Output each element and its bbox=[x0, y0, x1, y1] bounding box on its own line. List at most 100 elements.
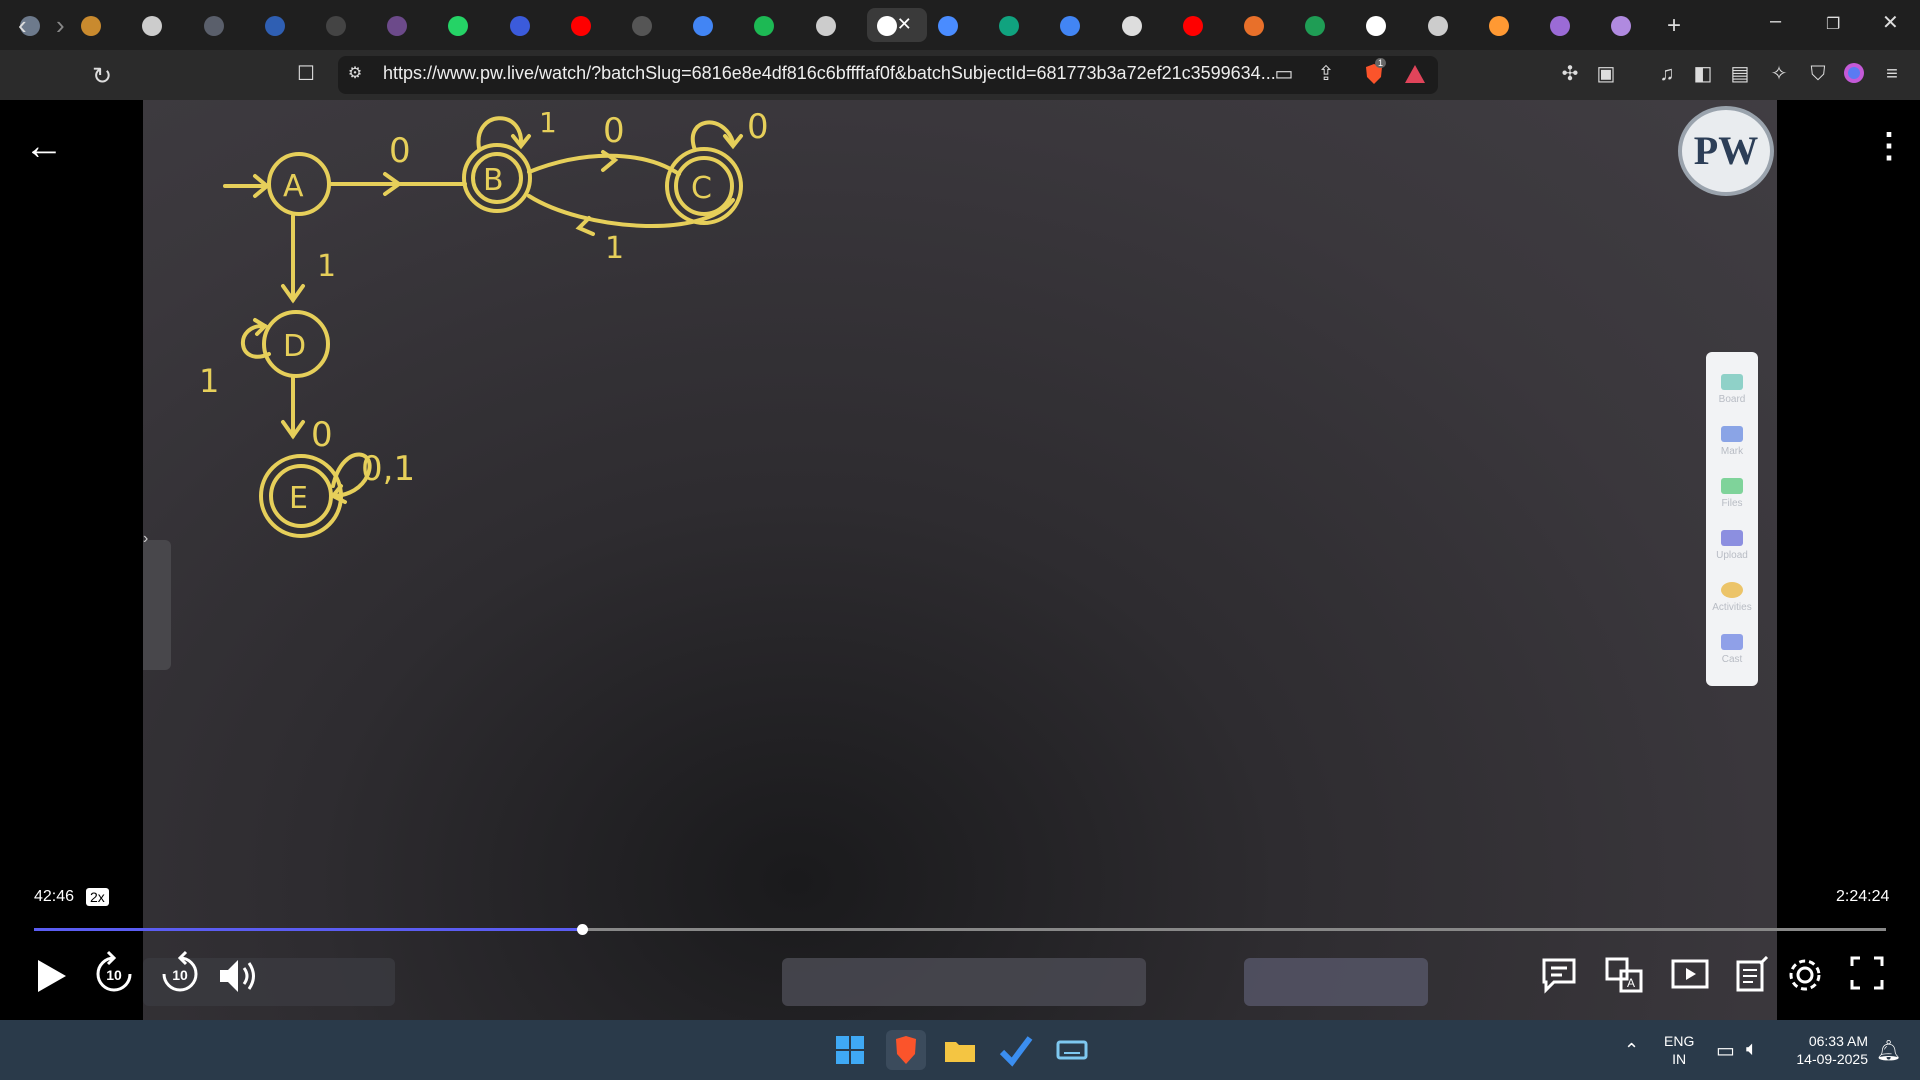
m-logo-icon bbox=[203, 16, 224, 36]
browser-tab[interactable] bbox=[744, 8, 802, 42]
sidebar-icon[interactable]: ◧ bbox=[1691, 62, 1715, 86]
bookmark-icon[interactable]: ☐ bbox=[294, 62, 318, 86]
browser-tab[interactable] bbox=[806, 8, 864, 42]
notes-button[interactable] bbox=[1734, 956, 1770, 994]
playback-speed-badge[interactable]: 2x bbox=[86, 888, 109, 906]
reader-icon[interactable]: ▣ bbox=[1594, 62, 1618, 86]
profile-icon[interactable] bbox=[1842, 62, 1866, 86]
board-icon bbox=[1721, 374, 1743, 390]
back-button[interactable]: ‹ bbox=[18, 10, 27, 41]
back-arrow-icon[interactable]: ← bbox=[24, 124, 64, 169]
browser-tab[interactable] bbox=[1540, 8, 1598, 42]
browser-tab[interactable] bbox=[683, 8, 741, 42]
new-tab-button[interactable]: + bbox=[1667, 12, 1681, 40]
cast-icon bbox=[1721, 634, 1743, 650]
chatgpt-icon bbox=[999, 16, 1020, 36]
brave-taskbar-app[interactable] bbox=[886, 1030, 926, 1070]
forward-10-button[interactable]: 10 bbox=[160, 950, 200, 994]
volume-button[interactable] bbox=[218, 956, 262, 996]
system-clock[interactable]: 06:33 AM 14-09-2025 bbox=[1780, 1032, 1868, 1068]
forward-button[interactable]: › bbox=[56, 10, 65, 41]
fullscreen-icon bbox=[1850, 956, 1884, 990]
browser-tab[interactable] bbox=[132, 8, 190, 42]
menu-icon[interactable]: ≡ bbox=[1880, 62, 1904, 86]
browser-tab[interactable] bbox=[316, 8, 374, 42]
video-toolbar-center bbox=[782, 958, 1146, 1006]
browser-tab[interactable] bbox=[194, 8, 252, 42]
youtube-icon bbox=[570, 16, 591, 36]
language-indicator[interactable]: ENG IN bbox=[1664, 1032, 1694, 1068]
media-icon[interactable]: ♫ bbox=[1655, 62, 1679, 86]
upload-tool: Upload bbox=[1706, 530, 1758, 561]
browser-tab[interactable] bbox=[928, 8, 986, 42]
video-frame[interactable]: 0 1 0 0 1 1 0 0,1 1 A B C D E bbox=[143, 100, 1777, 1020]
translate-button[interactable]: A bbox=[1604, 956, 1644, 994]
shield-count-badge: 1 bbox=[1375, 58, 1387, 68]
browser-tab[interactable] bbox=[500, 8, 558, 42]
google-icon bbox=[693, 16, 714, 36]
settings-button[interactable] bbox=[1786, 956, 1824, 994]
state-a: A bbox=[283, 169, 304, 204]
rewind-10-button[interactable]: 10 bbox=[94, 950, 134, 994]
more-options-icon[interactable]: ⋮ bbox=[1872, 126, 1906, 166]
upload-icon bbox=[1721, 530, 1743, 546]
browser-tab[interactable] bbox=[1295, 8, 1353, 42]
play-icon bbox=[38, 960, 66, 992]
browser-tab[interactable] bbox=[1050, 8, 1108, 42]
browser-tab[interactable] bbox=[561, 8, 619, 42]
show-hidden-icons[interactable]: ⌃ bbox=[1624, 1040, 1639, 1061]
extensions-icon[interactable]: ✣ bbox=[1558, 62, 1582, 86]
browser-tab[interactable] bbox=[1356, 8, 1414, 42]
share-icon[interactable]: ⇪ bbox=[1314, 62, 1338, 86]
collapse-handle[interactable]: › bbox=[143, 530, 171, 670]
minimize-button[interactable]: – bbox=[1770, 10, 1781, 33]
browser-tab[interactable] bbox=[255, 8, 313, 42]
browser-tab[interactable] bbox=[1173, 8, 1231, 42]
browser-tab[interactable] bbox=[1479, 8, 1537, 42]
close-tab-icon[interactable]: ✕ bbox=[897, 14, 912, 35]
gray-circle-icon bbox=[326, 16, 346, 36]
brave-rewards-icon[interactable] bbox=[1403, 62, 1427, 86]
pip-icon bbox=[1671, 959, 1709, 989]
cast-page-icon[interactable]: ▭ bbox=[1272, 62, 1296, 86]
label-e-loop: 0,1 bbox=[361, 449, 415, 489]
label-a-b: 0 bbox=[389, 131, 411, 171]
w-logo-icon bbox=[264, 16, 285, 36]
play-button[interactable] bbox=[34, 956, 70, 996]
network-icon[interactable]: ▭ bbox=[1716, 1038, 1735, 1063]
url-text[interactable]: https://www.pw.live/watch/?batchSlug=681… bbox=[383, 63, 1276, 84]
progress-fill bbox=[34, 928, 583, 931]
comments-button[interactable] bbox=[1540, 956, 1578, 994]
browser-tab[interactable] bbox=[1112, 8, 1170, 42]
youtube-icon bbox=[1182, 16, 1203, 36]
file-explorer-app[interactable] bbox=[940, 1030, 980, 1070]
start-button[interactable] bbox=[830, 1030, 870, 1070]
browser-tab[interactable] bbox=[71, 8, 129, 42]
vpn-icon[interactable]: ⛉ bbox=[1806, 62, 1830, 86]
picture-in-picture-button[interactable] bbox=[1670, 956, 1710, 994]
speaker-icon[interactable]: 🔈︎ bbox=[1746, 1038, 1758, 1061]
browser-tab[interactable] bbox=[377, 8, 435, 42]
close-window-button[interactable]: ✕ bbox=[1882, 10, 1899, 35]
notifications-icon[interactable]: 🔔︎ bbox=[1876, 1038, 1901, 1063]
state-e: E bbox=[289, 481, 308, 516]
bookmark-blue-icon bbox=[509, 16, 530, 36]
browser-tab[interactable] bbox=[622, 8, 680, 42]
browser-tab[interactable] bbox=[989, 8, 1047, 42]
todo-app[interactable] bbox=[996, 1030, 1036, 1070]
browser-tab[interactable]: ✕ bbox=[866, 8, 927, 42]
browser-tab[interactable] bbox=[1601, 8, 1659, 42]
leo-ai-icon[interactable]: ✧ bbox=[1767, 62, 1791, 86]
state-d: D bbox=[283, 329, 306, 364]
label-d-loop: 1 bbox=[199, 362, 219, 400]
browser-tab[interactable] bbox=[1234, 8, 1292, 42]
fullscreen-button[interactable] bbox=[1850, 956, 1884, 990]
reload-button[interactable]: ↻ bbox=[92, 62, 112, 91]
progress-bar[interactable] bbox=[34, 924, 1886, 935]
browser-tab[interactable] bbox=[1418, 8, 1476, 42]
keyboard-app[interactable] bbox=[1052, 1030, 1092, 1070]
wallet-icon[interactable]: ▤ bbox=[1728, 62, 1752, 86]
site-settings-icon[interactable]: ⚙ bbox=[343, 62, 367, 86]
browser-tab[interactable] bbox=[438, 8, 496, 42]
restore-button[interactable]: ❐ bbox=[1826, 14, 1840, 34]
